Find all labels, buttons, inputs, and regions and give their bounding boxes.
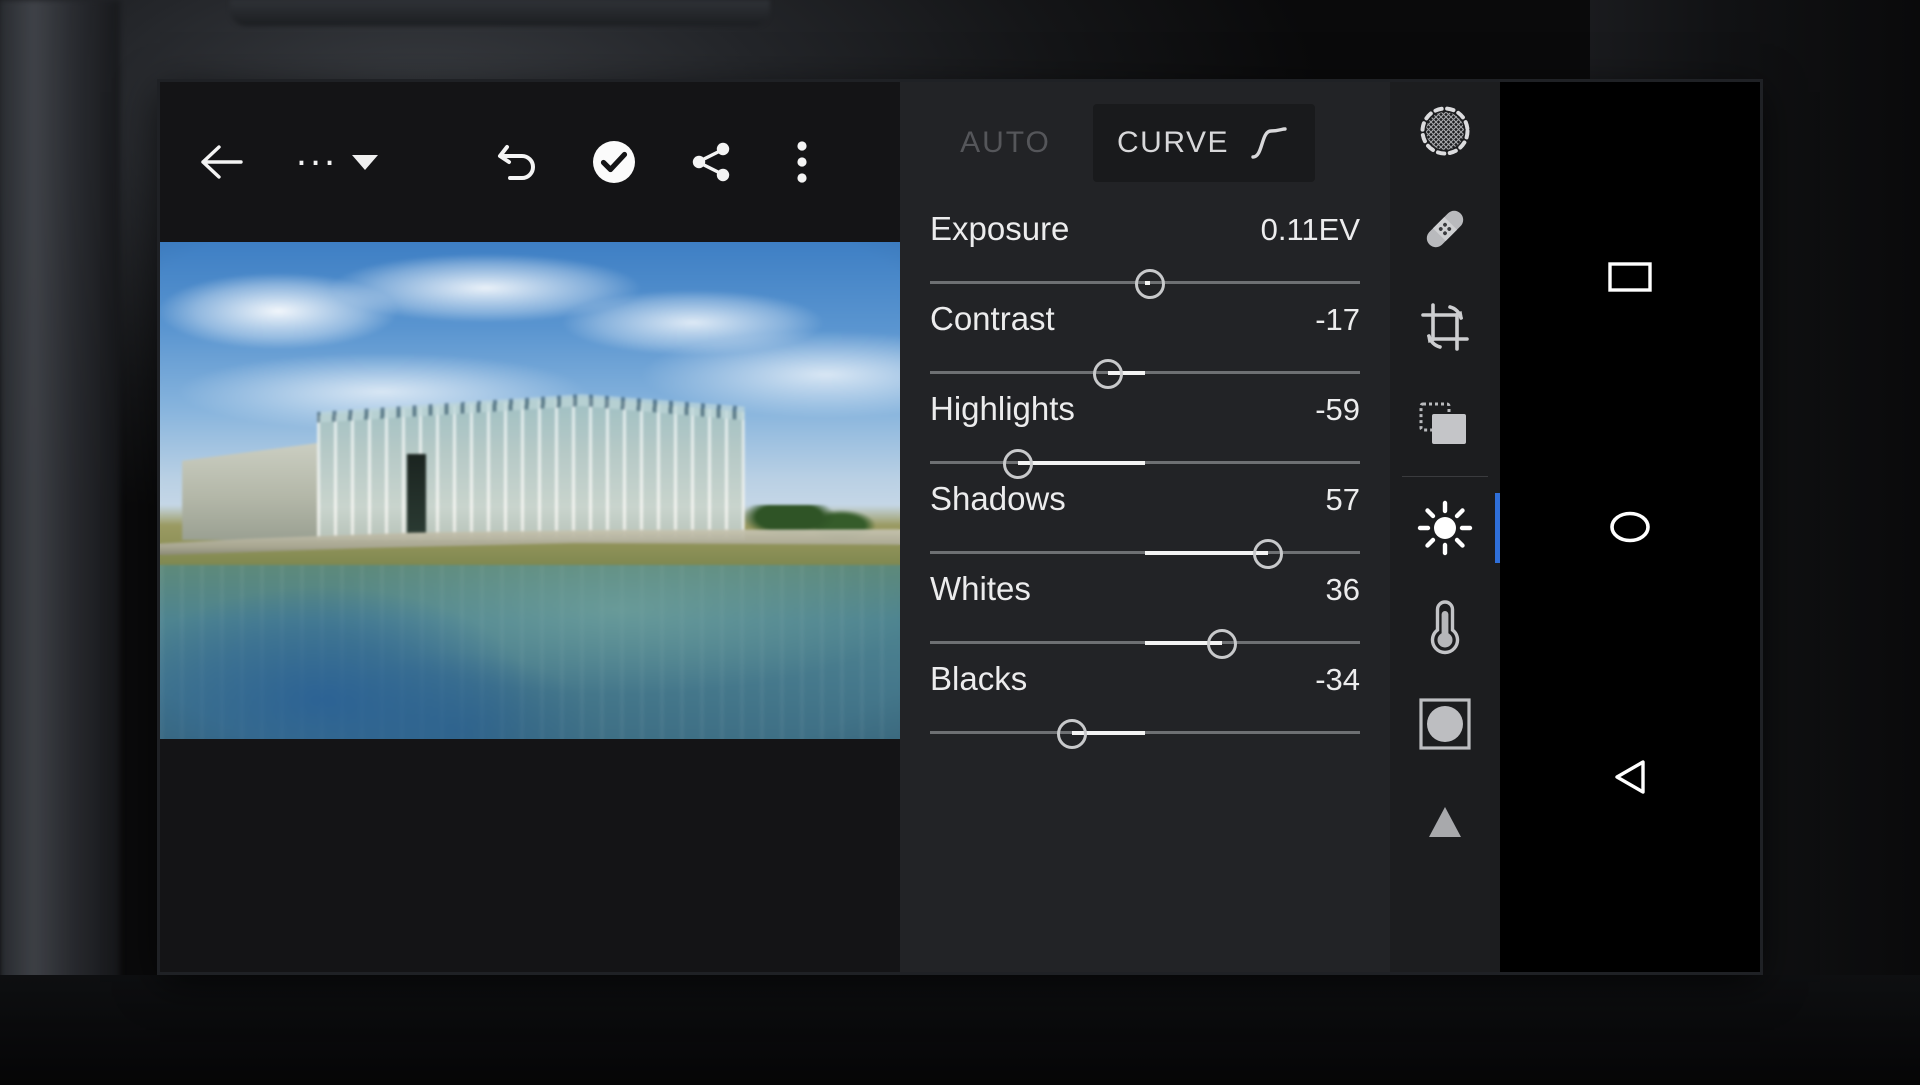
slider-thumb[interactable] [1003, 449, 1034, 479]
light-sun-icon [1417, 500, 1473, 556]
scroll-up-triangle-icon [1429, 807, 1461, 837]
share-icon [692, 142, 730, 182]
nav-home-button[interactable] [1580, 477, 1680, 577]
tone-curve-icon [1251, 127, 1287, 159]
slider-track-fill [1018, 461, 1145, 465]
check-circle-icon [593, 141, 635, 183]
slider-header: Blacks -34 [930, 660, 1360, 698]
top-toolbar: ... [160, 82, 900, 242]
slider-value: -59 [1315, 392, 1360, 427]
slider-row-blacks: Blacks -34 [900, 660, 1390, 749]
slider-header: Exposure 0.11EV [930, 210, 1360, 248]
filename-label: ... [295, 130, 339, 174]
slider-label: Exposure [930, 210, 1070, 247]
photo-building [182, 391, 745, 541]
android-nav-bar [1500, 82, 1760, 972]
auto-label: AUTO [960, 126, 1051, 159]
tool-light[interactable] [1390, 479, 1500, 577]
slider-header: Shadows 57 [930, 480, 1360, 518]
tool-effects[interactable] [1390, 675, 1500, 773]
slider-label: Shadows [930, 480, 1066, 517]
done-button[interactable] [578, 127, 650, 197]
nav-recents-button[interactable] [1580, 227, 1680, 327]
slider-header: Whites 36 [930, 570, 1360, 608]
presets-icon [1419, 402, 1466, 444]
slider-track[interactable] [930, 719, 1360, 749]
slider-track-base [930, 461, 1360, 464]
square-recents-icon [1608, 262, 1652, 292]
adjust-mode-row: AUTO CURVE [900, 82, 1390, 204]
slider-row-whites: Whites 36 [900, 570, 1390, 659]
slider-track[interactable] [930, 539, 1360, 569]
slider-track-base [930, 371, 1360, 374]
slider-thumb[interactable] [1252, 539, 1283, 569]
arrow-left-icon [201, 145, 243, 179]
healing-brush-icon [1426, 210, 1464, 248]
slider-label: Blacks [930, 660, 1028, 697]
crop-rotate-icon [1421, 303, 1469, 351]
curve-button[interactable]: CURVE [1093, 104, 1315, 182]
back-button[interactable] [182, 127, 262, 197]
slider-track[interactable] [930, 359, 1360, 389]
curve-label: CURVE [1117, 126, 1229, 159]
slider-thumb[interactable] [1093, 359, 1124, 389]
tool-healing-brush[interactable] [1390, 180, 1500, 278]
tool-selective-mask[interactable] [1390, 82, 1500, 180]
photo-pane: ... [160, 82, 900, 972]
tool-rail [1390, 82, 1500, 972]
filename-dropdown[interactable]: ... [262, 127, 412, 197]
bezel-left-edge [0, 0, 120, 1085]
slider-track[interactable] [930, 449, 1360, 479]
photo-preview[interactable] [160, 242, 900, 739]
auto-button[interactable]: AUTO [928, 106, 1083, 180]
slider-thumb[interactable] [1056, 719, 1087, 749]
slider-row-highlights: Highlights -59 [900, 390, 1390, 479]
slider-row-contrast: Contrast -17 [900, 300, 1390, 389]
slider-track-fill [1145, 551, 1268, 555]
slider-thumb[interactable] [1207, 629, 1238, 659]
slider-row-exposure: Exposure 0.11EV [900, 210, 1390, 299]
photo-building-door [407, 453, 427, 535]
triangle-back-icon [1615, 760, 1645, 794]
rail-divider [1402, 476, 1488, 477]
effects-vignette-icon [1419, 698, 1471, 750]
slider-track-base [930, 731, 1360, 734]
caret-down-icon [352, 154, 379, 170]
slider-list: Exposure 0.11EV Contrast -17 Highlights -59 Sh… [900, 210, 1390, 749]
slider-track[interactable] [930, 629, 1360, 659]
share-button[interactable] [676, 127, 748, 197]
slider-value: 57 [1325, 482, 1360, 517]
adjust-panel: AUTO CURVE Exposure 0.11EV Contrast -17 High… [900, 82, 1390, 972]
tool-color[interactable] [1390, 577, 1500, 675]
color-thermometer-icon [1430, 600, 1460, 655]
slider-label: Highlights [930, 390, 1075, 427]
bezel-top-lip [230, 0, 770, 26]
slider-row-shadows: Shadows 57 [900, 480, 1390, 569]
undo-icon [498, 145, 535, 180]
overflow-menu-button[interactable] [774, 127, 830, 197]
slider-value: 0.11EV [1260, 212, 1360, 247]
overflow-menu-icon [797, 141, 807, 183]
tool-scroll-up[interactable] [1390, 773, 1500, 871]
phone-screen: ... AUTO CURVE Exposure 0.11EV Contrast … [160, 82, 1760, 972]
undo-button[interactable] [482, 127, 554, 197]
slider-header: Contrast -17 [930, 300, 1360, 338]
slider-value: 36 [1325, 572, 1360, 607]
tool-presets[interactable] [1390, 376, 1500, 474]
nav-back-button[interactable] [1580, 727, 1680, 827]
tool-crop-rotate[interactable] [1390, 278, 1500, 376]
slider-label: Whites [930, 570, 1031, 607]
slider-label: Contrast [930, 300, 1055, 337]
slider-value: -17 [1315, 302, 1360, 337]
slider-value: -34 [1315, 662, 1360, 697]
slider-thumb[interactable] [1134, 269, 1165, 299]
bezel-bottom-edge [0, 975, 1920, 1085]
slider-track[interactable] [930, 269, 1360, 299]
slider-header: Highlights -59 [930, 390, 1360, 428]
circle-home-icon [1610, 511, 1650, 543]
selective-mask-icon [1420, 106, 1470, 156]
